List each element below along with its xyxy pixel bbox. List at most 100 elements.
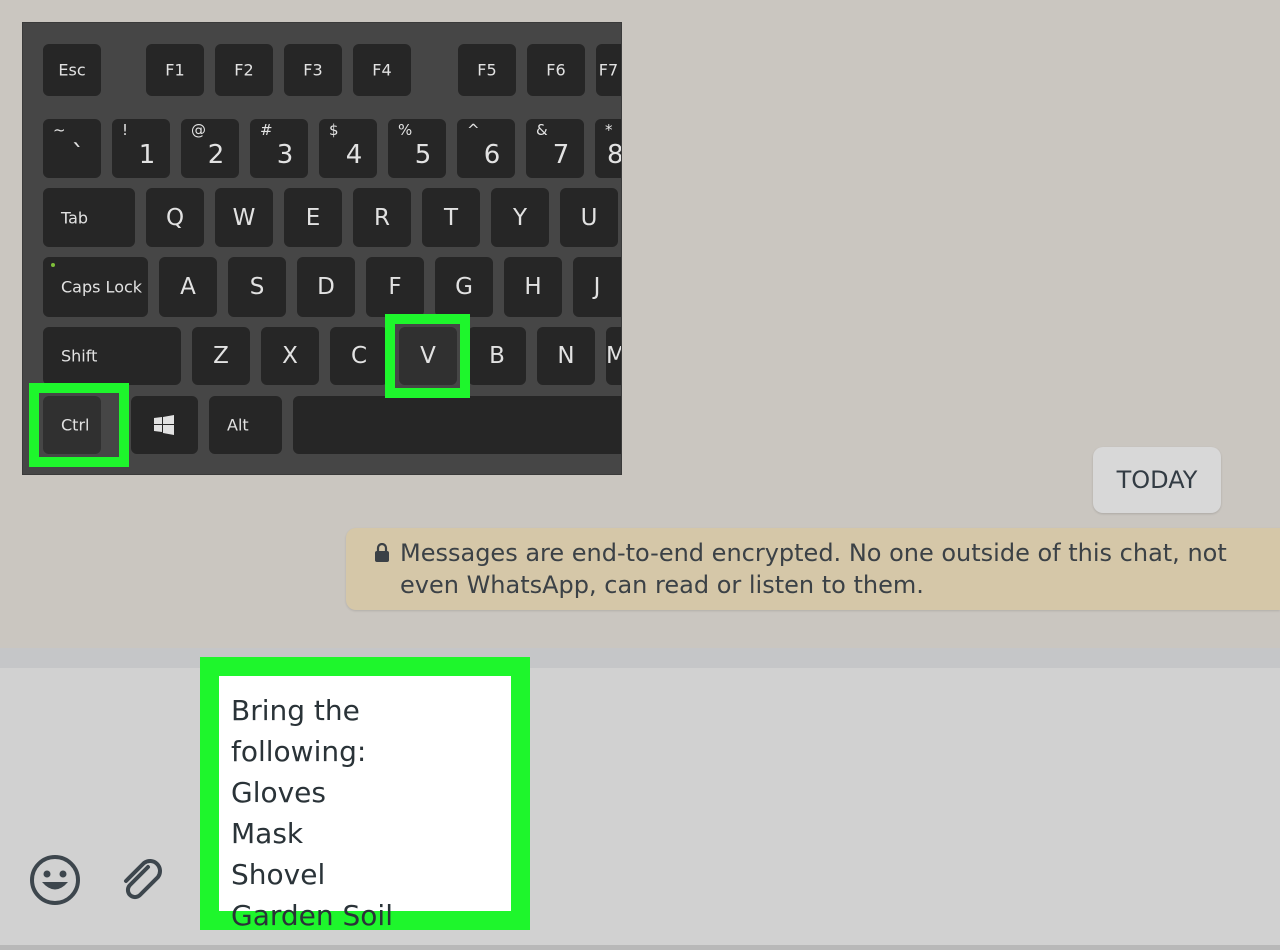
key-f5: F5 [458,44,516,96]
highlight-ctrl-key [29,383,129,467]
key-label: 4 [345,140,363,170]
key-label: 1 [138,140,156,170]
attach-button[interactable] [118,855,168,909]
message-input[interactable]: Bring the following: Gloves Mask Shovel … [200,657,530,932]
key-label: U [580,204,598,231]
date-badge: TODAY [1093,447,1221,513]
key-label: J [593,274,601,300]
key-f: F [366,257,424,317]
key-g: G [435,257,493,317]
message-composer [0,648,1280,945]
key-r: R [353,188,411,247]
encryption-notice[interactable]: Messages are end-to-end encrypted. No on… [346,528,1280,610]
key-f1: F1 [146,44,204,96]
key-shift-label: & [536,121,548,139]
key-label: C [350,343,368,369]
key-label: F7 [598,60,619,80]
key-label: F6 [546,60,566,80]
key-4: $4 [319,119,377,178]
key-label: N [557,343,575,369]
key-shift: Shift [43,327,181,385]
lock-icon [375,543,389,562]
key-w: W [215,188,273,247]
smiley-icon [30,855,80,905]
key-label: R [374,204,390,231]
key-label: Z [213,343,229,369]
key-label: Esc [58,60,86,80]
key-1: ! 1 [112,119,170,178]
key-j: J [573,257,621,317]
key-2: @2 [181,119,239,178]
key-esc: Esc [43,44,101,96]
key-label: T [443,204,459,231]
key-label: Caps Lock [61,277,143,297]
key-label: 8 [607,140,621,170]
key-`: ~ ` [43,119,101,178]
key-h: H [504,257,562,317]
key-x: X [261,327,319,385]
key-label: W [232,204,256,231]
emoji-button[interactable] [28,853,82,911]
key-shift-label: $ [329,121,339,139]
key-m: M [606,327,621,385]
key-shift-label: % [398,121,413,139]
key-z: Z [192,327,250,385]
key-7: & 7 [526,119,584,178]
key-label: B [489,343,505,369]
encryption-notice-text: Messages are end-to-end encrypted. No on… [400,539,1227,599]
key-shift-label: # [260,121,273,139]
key-6: ^ 6 [457,119,515,178]
highlight-v-key [385,314,470,398]
key-label: F2 [234,60,254,80]
key-label: S [249,274,265,300]
key-label: 6 [483,140,501,170]
message-line: Mask [231,817,304,850]
key-label: H [524,274,542,300]
message-line: Gloves [231,776,326,809]
key-u: U [560,188,618,247]
key-space [293,396,621,454]
key-8: * 8 [595,119,621,178]
key-y: Y [491,188,549,247]
key-label: Y [512,204,528,231]
key-label: F5 [477,60,497,80]
key-c: C [330,327,388,385]
key-label: Alt [227,415,249,435]
key-label: F4 [372,60,392,80]
key-shift-label: @ [191,121,206,139]
key-f6: F6 [527,44,585,96]
key-label: 5 [414,140,432,170]
key-label: 2 [207,140,225,170]
key-shift-label: * [605,121,613,139]
windows-icon [154,415,174,435]
key-windows [131,396,198,454]
message-line: Bring the following: [231,694,367,768]
paperclip-icon [124,859,162,900]
key-label: Tab [61,208,89,227]
key-label: Shift [61,346,98,366]
key-f7: F7 [596,44,621,96]
date-badge-label: TODAY [1116,466,1198,494]
key-label: F3 [303,60,323,80]
key-label: G [455,274,473,300]
key-f3: F3 [284,44,342,96]
key-alt: Alt [209,396,282,454]
key-shift-label: ~ [53,121,66,139]
key-label: Q [165,204,185,231]
key-n: N [537,327,595,385]
keyboard-illustration: Esc F1 F2 F3 F4 F5 F6 F7 ~ `! 1 @2 #3 $4% 5 ^ 6 & 7 * 8 Tab Q W… [22,22,622,475]
key-label: D [317,274,335,300]
key-d: D [297,257,355,317]
key-label: M [606,343,621,369]
key-shift-label: ^ [467,121,480,139]
key-5: % 5 [388,119,446,178]
key-caps-lock: Caps Lock [43,257,148,317]
key-e: E [284,188,342,247]
key-tab: Tab [43,188,135,247]
key-f4: F4 [353,44,411,96]
key-f2: F2 [215,44,273,96]
key-3: #3 [250,119,308,178]
key-label: F1 [165,60,185,80]
composer-bottom-edge [0,945,1280,950]
key-label: 7 [552,140,570,170]
